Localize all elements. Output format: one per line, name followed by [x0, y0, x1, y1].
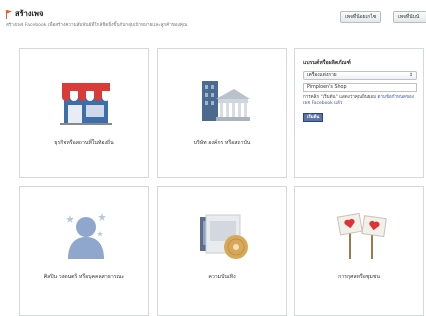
terms-prefix: การคลิก "เริ่มต้น" แสดงว่าคุณยินยอม: [303, 95, 377, 100]
institution-building-icon: [202, 81, 250, 121]
page-title: สร้างเพจ: [6, 8, 43, 20]
liked-pages-button[interactable]: เพจที่น้อยเกไซ: [340, 11, 382, 23]
entertainment-media-icon: [200, 214, 248, 259]
start-button[interactable]: เริ่มต้น: [303, 113, 324, 122]
tile-label-cause: การกุศลหรือชุมชน: [338, 274, 380, 280]
public-figure-icon: [66, 213, 106, 259]
page-title-text: สร้างเพจ: [15, 9, 44, 18]
category-select-value: เครื่องแต่งกาย: [307, 73, 337, 78]
pages-button[interactable]: เพจที่นับนั: [393, 11, 426, 23]
terms-text: การคลิก "เริ่มต้น" แสดงว่าคุณยินยอม ตามข…: [303, 95, 419, 107]
select-arrows-icon: ↕: [409, 73, 413, 78]
tile-local-business[interactable]: ธุรกิจหรือสถานที่ในท้องถิ่น: [19, 48, 149, 178]
flag-icon: [6, 9, 12, 19]
brand-panel-title: แบรนด์หรือผลิตภัณฑ์: [303, 60, 351, 66]
tile-label-artist: ศิลปิน วงดนตรี หรือบุคคลสาธารณะ: [43, 274, 125, 280]
tile-artist-public-figure[interactable]: ศิลปิน วงดนตรี หรือบุคคลสาธารณะ: [19, 186, 149, 316]
storefront-icon: [60, 83, 112, 125]
tile-company[interactable]: บริษัท องค์กร หรือสถาบัน: [157, 48, 287, 178]
tile-label-company: บริษัท องค์กร หรือสถาบัน: [193, 140, 251, 146]
tile-cause-community[interactable]: การกุศลหรือชุมชน: [294, 186, 424, 316]
category-select[interactable]: เครื่องแต่งกาย ↕: [303, 71, 417, 80]
tile-label-local-business: ธุรกิจหรือสถานที่ในท้องถิ่น: [54, 140, 114, 146]
cause-community-icon: [337, 212, 387, 259]
tile-label-entertainment: ความบันเทิง: [208, 274, 236, 280]
page-name-input[interactable]: Pimploen's Shop: [303, 83, 417, 92]
tile-entertainment[interactable]: ความบันเทิง: [157, 186, 287, 316]
tile-brand-product[interactable]: แบรนด์หรือผลิตภัณฑ์ เครื่องแต่งกาย ↕ Pim…: [294, 48, 424, 178]
page-subtitle: สร้างเพจ Facebook เพื่อสร้างความสัมพันธ์…: [6, 23, 188, 28]
